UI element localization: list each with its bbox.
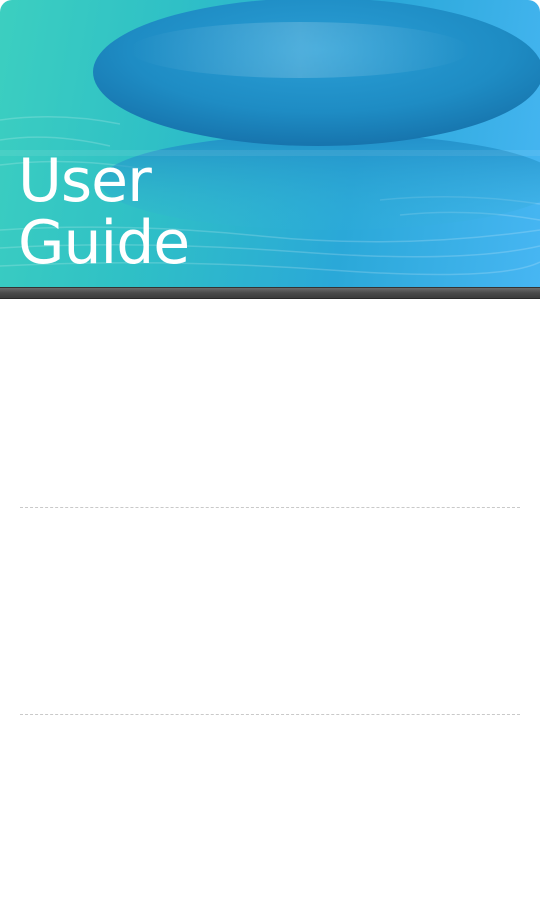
guide-section-3[interactable] <box>0 715 540 923</box>
page-title: User Guide <box>18 146 190 278</box>
title-line-user: User <box>18 146 152 216</box>
guide-banner: User Guide <box>0 0 540 288</box>
banner-bottom-bar <box>0 287 540 299</box>
user-guide-screen: User Guide <box>0 0 540 923</box>
title-line-guide: Guide <box>18 208 190 278</box>
guide-section-1[interactable] <box>0 299 540 507</box>
guide-section-2[interactable] <box>0 508 540 714</box>
